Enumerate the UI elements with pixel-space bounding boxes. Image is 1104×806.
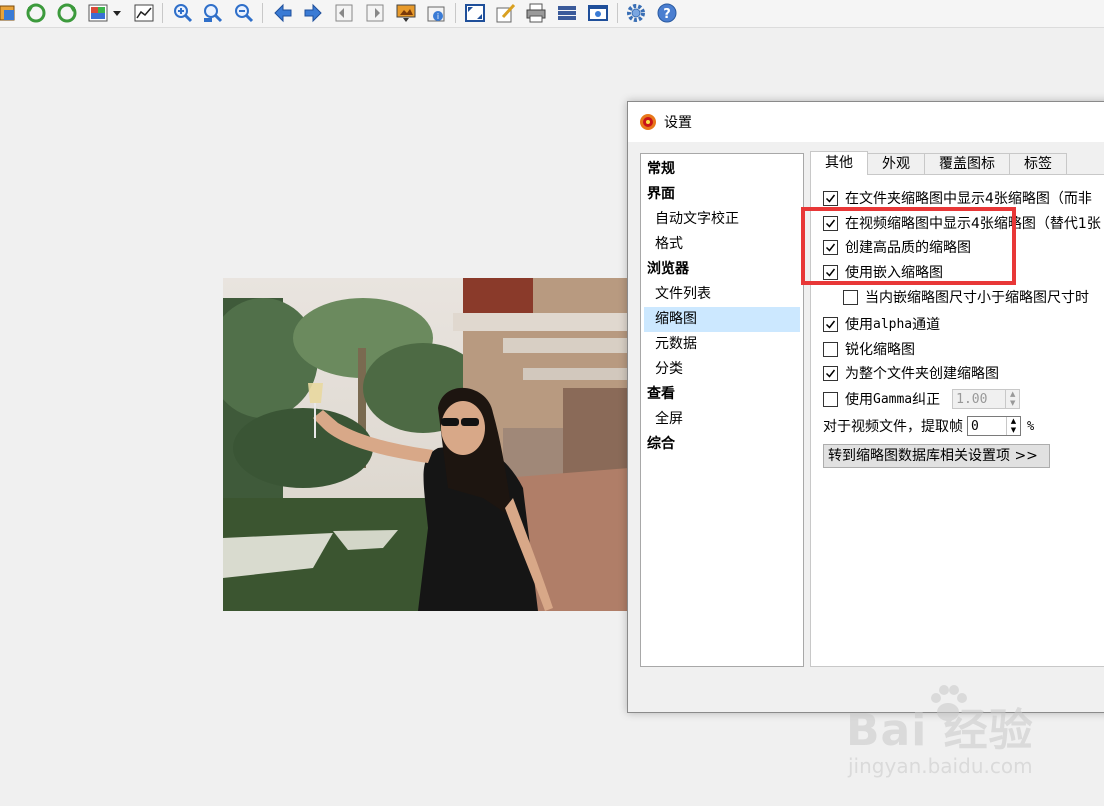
rotate-left-icon[interactable] bbox=[23, 1, 49, 25]
settings-tabs: 其他 外观 覆盖图标 标签 bbox=[810, 151, 1067, 175]
tab-overlay-icons[interactable]: 覆盖图标 bbox=[924, 153, 1010, 175]
tab-other[interactable]: 其他 bbox=[810, 151, 868, 175]
help-icon[interactable]: ? bbox=[654, 1, 680, 25]
rotate-right-icon[interactable] bbox=[54, 1, 80, 25]
print-icon[interactable] bbox=[523, 1, 549, 25]
scanner-icon[interactable] bbox=[554, 1, 580, 25]
toolbar-separator bbox=[262, 3, 263, 23]
option-folder-thumbs[interactable]: 为整个文件夹创建缩略图 bbox=[823, 363, 999, 383]
fullscreen-icon[interactable] bbox=[462, 1, 488, 25]
checkbox[interactable] bbox=[823, 316, 838, 332]
previous-icon[interactable] bbox=[270, 1, 296, 25]
image-preview bbox=[223, 278, 629, 611]
spin-down-icon: ▼ bbox=[1009, 399, 1016, 407]
nav-item-file-list[interactable]: 文件列表 bbox=[641, 282, 803, 307]
checkbox[interactable] bbox=[823, 190, 838, 206]
nav-item-metadata[interactable]: 元数据 bbox=[641, 332, 803, 357]
info-icon[interactable]: i bbox=[423, 1, 449, 25]
app-logo-icon bbox=[640, 114, 656, 130]
toolbar-separator bbox=[162, 3, 163, 23]
toolbar-separator bbox=[455, 3, 456, 23]
video-frame-unit: % bbox=[1027, 419, 1035, 433]
nav-item-fullscreen[interactable]: 全屏 bbox=[641, 407, 803, 432]
first-icon[interactable] bbox=[331, 1, 357, 25]
tab-appearance[interactable]: 外观 bbox=[867, 153, 925, 175]
option-gamma-correction[interactable]: 使用 Gamma 纠正 1.00 ▲ ▼ bbox=[823, 389, 1021, 409]
settings-dialog: 设置 常规 界面 自动文字校正 格式 浏览器 文件列表 缩略图 元数据 分类 查… bbox=[627, 101, 1104, 713]
option-alpha-channel[interactable]: 使用 alpha 通道 bbox=[823, 314, 940, 334]
toolbar-separator bbox=[617, 3, 618, 23]
checkbox[interactable] bbox=[823, 391, 838, 407]
option-label-mono: Gamma bbox=[873, 391, 913, 407]
next-icon[interactable] bbox=[300, 1, 326, 25]
checkbox[interactable] bbox=[823, 365, 838, 381]
nav-item-autocorrect[interactable]: 自动文字校正 bbox=[641, 207, 803, 232]
color-icon[interactable] bbox=[85, 1, 111, 25]
nav-item-browser[interactable]: 浏览器 bbox=[641, 257, 803, 282]
option-video-frame: 对于视频文件，提取帧 0 ▲ ▼ % bbox=[823, 416, 1034, 436]
nav-item-thumbnails[interactable]: 缩略图 bbox=[644, 307, 800, 332]
checkbox[interactable] bbox=[823, 341, 838, 357]
baidu-watermark: Bai 经验 jingyan.baidu.com bbox=[846, 684, 1076, 784]
nav-item-view[interactable]: 查看 bbox=[641, 382, 803, 407]
highlight-box bbox=[801, 207, 1016, 285]
option-label: 当内嵌缩略图尺寸小于缩略图尺寸时 bbox=[865, 290, 1089, 306]
spin-up-icon: ▲ bbox=[1009, 390, 1016, 398]
gamma-value: 1.00 bbox=[956, 391, 988, 407]
option-label-prefix: 使用 bbox=[845, 392, 873, 408]
paw-icon bbox=[931, 685, 967, 721]
option-label: 锐化缩略图 bbox=[845, 342, 915, 358]
zoom-out-icon[interactable] bbox=[231, 1, 257, 25]
zoom-fit-icon[interactable] bbox=[200, 1, 226, 25]
option-label: 为整个文件夹创建缩略图 bbox=[845, 366, 999, 382]
nav-item-misc[interactable]: 综合 bbox=[641, 432, 803, 457]
option-label-prefix: 使用 bbox=[845, 317, 873, 333]
gamma-spinbox: 1.00 ▲ ▼ bbox=[952, 389, 1021, 409]
spin-up-icon[interactable]: ▲ bbox=[1007, 417, 1020, 426]
option-label-suffix: 通道 bbox=[912, 317, 941, 333]
option-label-mono: alpha bbox=[873, 316, 913, 332]
dropdown-icon[interactable] bbox=[110, 1, 124, 25]
video-frame-value[interactable]: 0 bbox=[968, 419, 1006, 434]
edit-icon[interactable] bbox=[493, 1, 519, 25]
main-toolbar: i ? bbox=[0, 0, 1104, 28]
video-frame-label: 对于视频文件，提取帧 bbox=[823, 419, 963, 435]
option-label-suffix: 纠正 bbox=[912, 392, 941, 408]
nav-item-general[interactable]: 常规 bbox=[641, 157, 803, 182]
dialog-titlebar[interactable]: 设置 bbox=[628, 102, 1104, 142]
tab-labels[interactable]: 标签 bbox=[1009, 153, 1067, 175]
histogram-icon[interactable] bbox=[131, 1, 157, 25]
option-label: 在文件夹缩略图中显示4张缩略图（而非 bbox=[845, 191, 1092, 207]
select-icon[interactable] bbox=[0, 1, 20, 25]
settings-icon[interactable] bbox=[623, 1, 649, 25]
capture-icon[interactable] bbox=[585, 1, 611, 25]
nav-item-format[interactable]: 格式 bbox=[641, 232, 803, 257]
watermark-url: jingyan.baidu.com bbox=[848, 754, 1033, 778]
video-frame-spinbox[interactable]: 0 ▲ ▼ bbox=[967, 416, 1021, 436]
dialog-title: 设置 bbox=[664, 115, 692, 131]
checkbox[interactable] bbox=[843, 289, 858, 305]
option-sharpen-thumbs[interactable]: 锐化缩略图 bbox=[823, 339, 915, 359]
option-folder-4-thumbs[interactable]: 在文件夹缩略图中显示4张缩略图（而非 bbox=[823, 188, 1092, 208]
svg-text:?: ? bbox=[663, 7, 671, 22]
last-icon[interactable] bbox=[362, 1, 388, 25]
zoom-in-icon[interactable] bbox=[170, 1, 196, 25]
settings-nav-tree[interactable]: 常规 界面 自动文字校正 格式 浏览器 文件列表 缩略图 元数据 分类 查看 全… bbox=[640, 153, 804, 667]
slideshow-icon[interactable] bbox=[393, 1, 419, 25]
option-embedded-smaller[interactable]: 当内嵌缩略图尺寸小于缩略图尺寸时 bbox=[843, 287, 1089, 307]
svg-text:i: i bbox=[437, 12, 439, 21]
spin-down-icon[interactable]: ▼ bbox=[1007, 426, 1020, 435]
nav-item-category[interactable]: 分类 bbox=[641, 357, 803, 382]
goto-thumbnail-db-button[interactable]: 转到缩略图数据库相关设置项 >> bbox=[823, 444, 1050, 468]
nav-item-interface[interactable]: 界面 bbox=[641, 182, 803, 207]
